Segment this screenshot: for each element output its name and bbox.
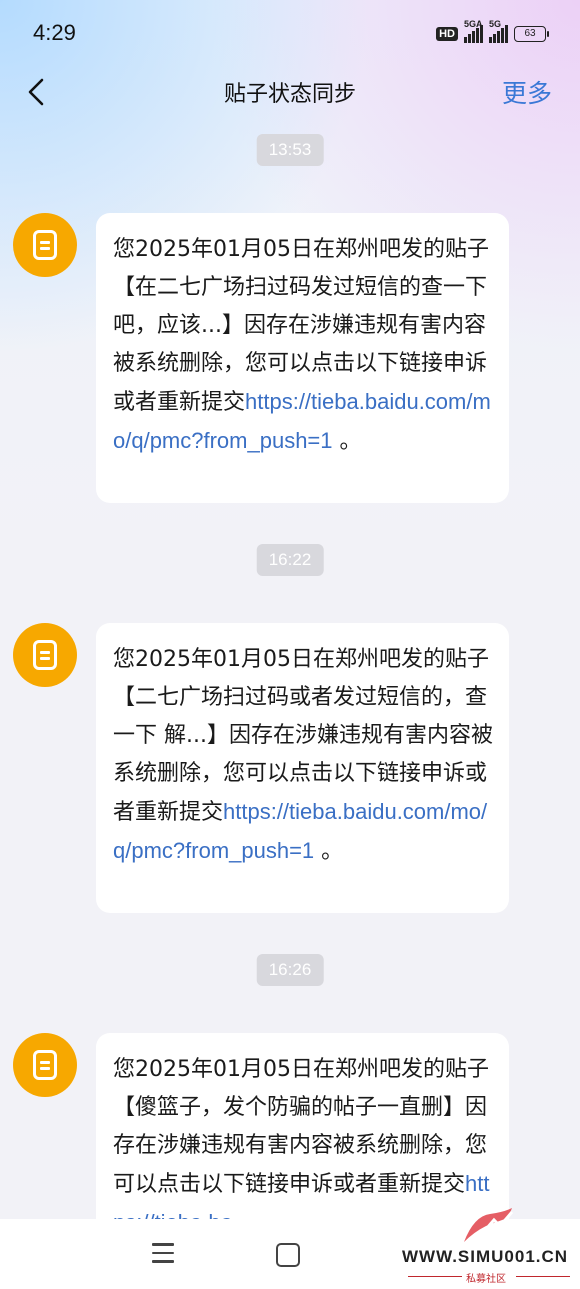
home-icon[interactable] [276,1243,300,1267]
avatar[interactable] [13,623,77,687]
document-icon [33,230,57,260]
watermark-text: WWW.SIMU001.CN [402,1247,569,1266]
message-text: 您2025年01月05日在郑州吧发的贴子【傻篮子，发个防骗的帖子一直删】因存在涉… [113,1057,489,1197]
message-tail: 。 [314,839,344,864]
status-bar: 4:29 HD 5GA 5G 63 [0,0,580,70]
message-bubble: 您2025年01月05日在郑州吧发的贴子【在二七广场扫过码发过短信的查一下吧，应… [96,213,509,503]
timestamp-chip: 13:53 [256,134,324,166]
signal-5ga-icon: 5GA [464,19,483,43]
hd-icon: HD [436,27,458,41]
battery-icon: 63 [514,26,549,42]
avatar[interactable] [13,1033,77,1097]
watermark-divider [516,1276,570,1277]
status-icons: HD 5GA 5G 63 [436,19,549,46]
document-icon [33,1050,57,1080]
watermark-divider [408,1276,462,1277]
document-icon [33,640,57,670]
timestamp-chip: 16:26 [256,954,324,986]
recent-apps-icon[interactable] [152,1243,174,1263]
message-tail: 。 [332,429,362,454]
page-title: 贴子状态同步 [223,82,356,107]
message-bubble: 您2025年01月05日在郑州吧发的贴子【二七广场扫过码或者发过短信的，查一下 … [96,623,509,913]
more-button[interactable]: 更多 [502,74,552,110]
watermark-subtitle: 私募社区 [466,1274,506,1285]
avatar[interactable] [13,213,77,277]
timestamp-chip: 16:22 [256,544,324,576]
signal-5g-icon: 5G [489,19,508,43]
watermark-logo-icon [464,1208,514,1242]
header: 贴子状态同步 更多 [0,70,580,114]
clock: 4:29 [33,20,76,45]
